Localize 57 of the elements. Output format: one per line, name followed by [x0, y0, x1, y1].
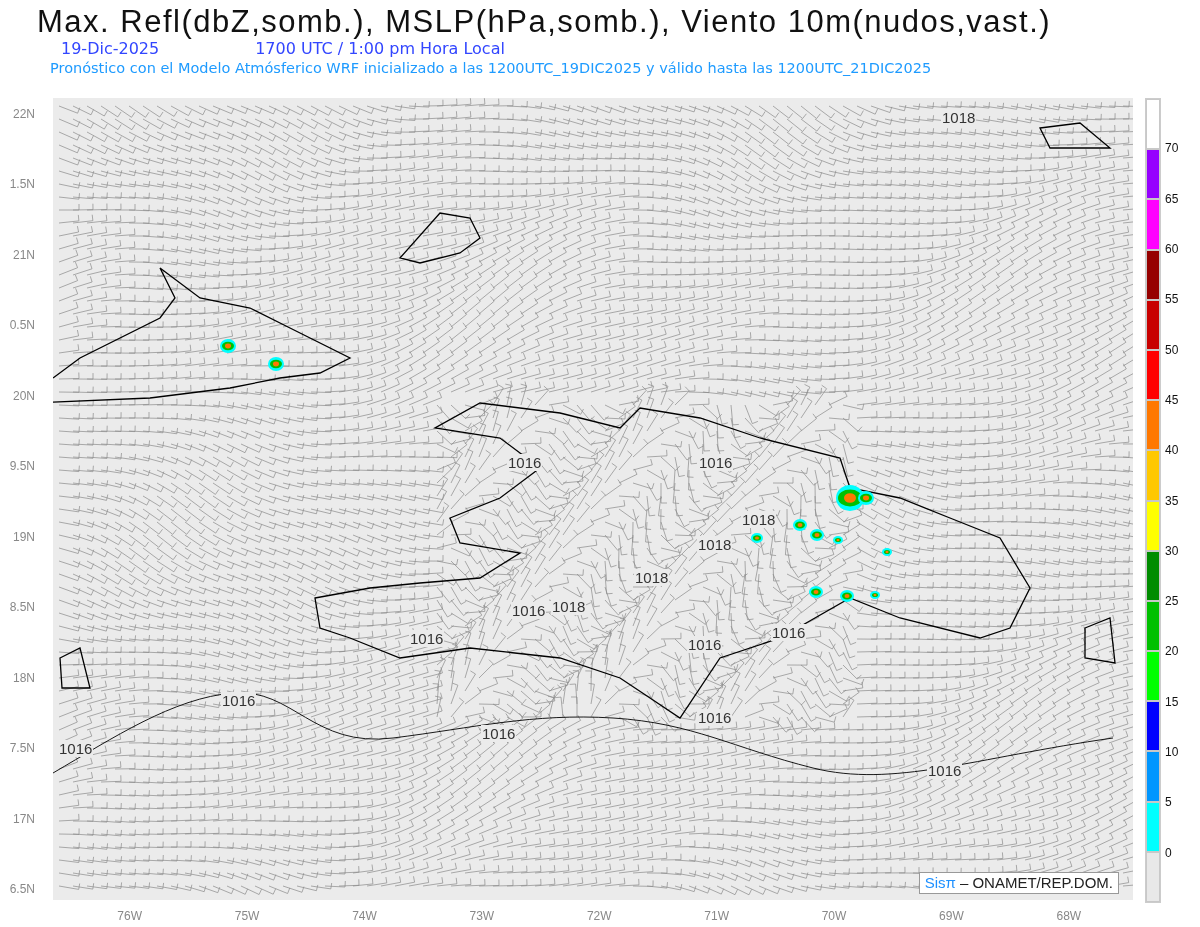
isobar-label: 1018 [741, 511, 777, 528]
scale-label: 55 [1165, 292, 1179, 307]
latitude-label: 22N [13, 107, 36, 121]
isobar-label: 1018 [634, 569, 670, 586]
scale-label: 70 [1165, 141, 1179, 156]
isobar-label: 1018 [697, 536, 733, 553]
isobar-label: 1016 [58, 740, 94, 757]
forecast-date: 19-Dic-2025 [61, 40, 160, 58]
longitude-label: 75W [234, 909, 260, 923]
latitude-label: 20N [13, 388, 36, 403]
scale-label: 35 [1165, 493, 1179, 508]
scale-label: 40 [1165, 443, 1179, 458]
longitude-label: 74W [352, 909, 377, 923]
isobar-label: 1016 [507, 454, 543, 471]
longitude-label: 68W [1056, 909, 1082, 923]
longitude-label: 73W [469, 909, 495, 923]
forecast-description: Pronóstico con el Modelo Atmósferico WRF inicializado a las 1200UTC_19DIC2025 y válido hasta las 1200UTC_21DIC2025 [49, 59, 933, 78]
scale-label: 45 [1165, 392, 1179, 407]
isobar-label: 1016 [409, 630, 445, 647]
isobar-label: 1016 [697, 709, 733, 726]
scale-label: 20 [1165, 644, 1179, 659]
chart-title: Max. Refl(dbZ,somb.), MSLP(hPa,somb.), Viento 10m(nudos,vast.) [37, 4, 1053, 40]
isobar-label: 1016 [511, 602, 547, 619]
longitude-label: 69W [939, 909, 964, 923]
latitude-label: 17N [13, 811, 36, 826]
scale-label: 25 [1165, 594, 1179, 609]
scale-label: 30 [1165, 543, 1179, 558]
scale-label: 15 [1165, 694, 1179, 709]
scale-label: 10 [1165, 745, 1179, 760]
latitude-label: 18N [13, 670, 36, 685]
isobar-label: 1016 [481, 725, 517, 742]
latitude-label: 19N [13, 529, 36, 544]
scale-label: 50 [1165, 342, 1179, 357]
longitude-label: 76W [117, 909, 143, 923]
latitude-label: 9.5N [9, 459, 36, 474]
isobar-label: 1016 [221, 692, 257, 709]
forecast-time: 1700 UTC / 1:00 pm Hora Local [255, 40, 505, 58]
scale-label: 0 [1165, 845, 1172, 860]
latitude-label: 1.5N [9, 177, 36, 192]
scale-label: 5 [1165, 795, 1172, 810]
brand-logo: Sisπ [924, 874, 956, 892]
isobar-label: 1018 [551, 598, 587, 615]
latitude-label: 7.5N [9, 741, 36, 756]
scale-label: 65 [1165, 191, 1179, 206]
scale-label: 60 [1165, 241, 1179, 256]
longitude-label: 71W [704, 909, 729, 923]
latitude-label: 0.5N [9, 318, 36, 333]
latitude-label: 21N [13, 247, 36, 262]
isobar-label: 1016 [771, 624, 807, 641]
isobar-label: 1016 [927, 762, 963, 779]
credit-text: – ONAMET/REP.DOM. [959, 874, 1113, 892]
isobar-label: 1016 [687, 636, 723, 653]
latitude-label: 8.5N [9, 600, 36, 615]
isobar-label: 1016 [698, 454, 734, 471]
longitude-label: 72W [586, 909, 612, 923]
longitude-label: 70W [821, 909, 847, 923]
latitude-label: 6.5N [9, 882, 36, 896]
